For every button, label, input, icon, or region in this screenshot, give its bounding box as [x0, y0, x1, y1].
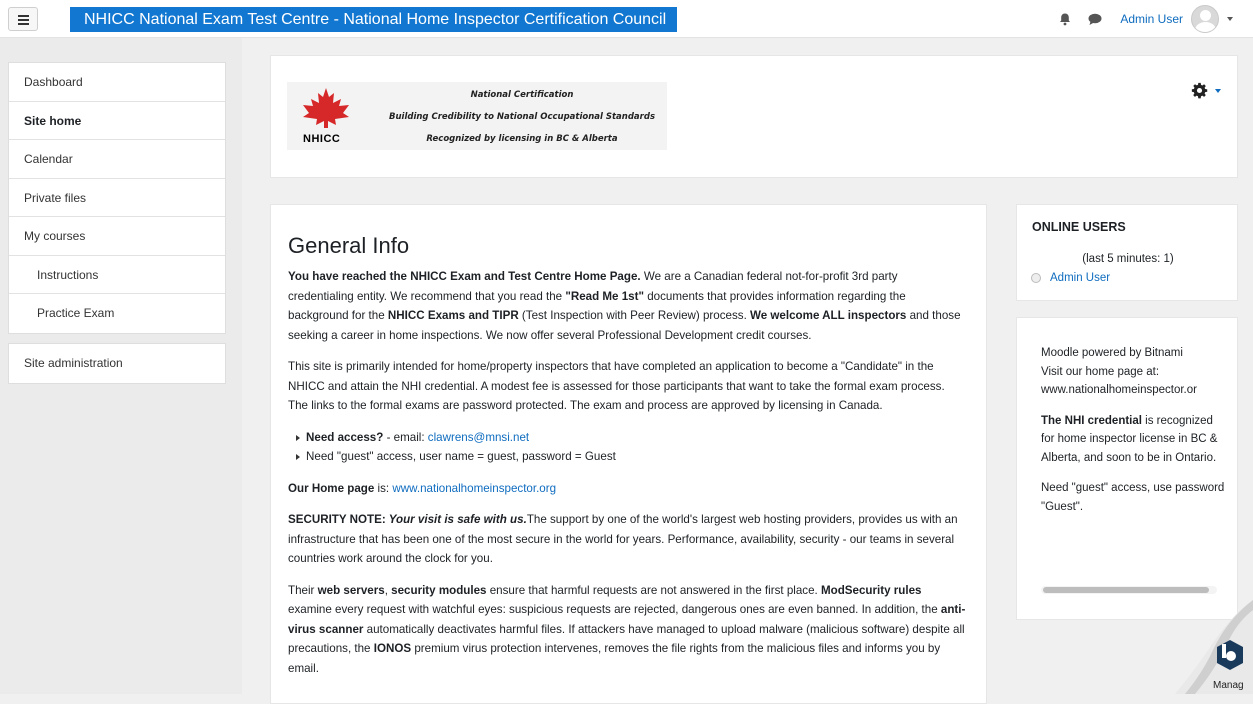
access-text: - email: [383, 430, 428, 444]
user-menu-area: Admin User [1058, 4, 1233, 34]
powered-by-text: Moodle powered by Bitnami Visit our home… [1041, 344, 1229, 400]
home-url-text: www.nationalhomeinspector.or [1041, 384, 1197, 396]
main-content: General Info You have reached the NHICC … [270, 204, 987, 704]
site-title[interactable]: NHICC National Exam Test Centre - Nation… [70, 7, 677, 32]
nav-item-practice-exam[interactable]: Practice Exam [9, 294, 225, 333]
settings-menu[interactable] [1191, 82, 1221, 99]
servers-paragraph: Their web servers, security modules ensu… [288, 581, 966, 679]
bell-icon[interactable] [1058, 12, 1072, 26]
page-title: General Info [288, 233, 410, 258]
online-users-title: ONLINE USERS [1032, 220, 1126, 234]
intro-bold-3: NHICC Exams and TIPR [387, 309, 519, 322]
nav-item-dashboard[interactable]: Dashboard [9, 63, 225, 102]
online-users-count: (last 5 minutes: 1) [1082, 253, 1174, 265]
security-label: SECURITY NOTE: [288, 513, 386, 526]
servers-text-3: ensure that harmful requests are not ans… [486, 583, 821, 597]
banner-line-1: National Certification [470, 90, 574, 100]
intro-bold-4: We welcome ALL inspectors [750, 309, 907, 322]
nav-item-calendar[interactable]: Calendar [9, 140, 225, 179]
servers-text-4: examine every request with watchful eyes… [288, 603, 941, 616]
intro-text-3: (Test Inspection with Peer Review) proce… [518, 309, 751, 322]
user-avatar-icon[interactable] [1191, 5, 1219, 33]
nav-group-admin: Site administration [8, 343, 226, 384]
nav-group-main: Dashboard Site home Calendar Private fil… [8, 62, 226, 334]
user-avatar-icon [1031, 273, 1041, 283]
email-link[interactable]: clawrens@mnsi.net [428, 431, 529, 444]
visit-line: Visit our home page at: [1041, 365, 1160, 378]
banner-line-3: Recognized by licensing in BC & Alberta [426, 134, 618, 144]
nav-item-site-administration[interactable]: Site administration [9, 344, 225, 383]
scrollbar-thumb[interactable] [1043, 587, 1209, 593]
intro-paragraph: You have reached the NHICC Exam and Test… [288, 267, 966, 345]
online-users-block: ONLINE USERS (last 5 minutes: 1) Admin U… [1016, 204, 1238, 301]
chevron-down-icon[interactable] [1227, 17, 1233, 21]
user-name-link[interactable]: Admin User [1120, 12, 1183, 26]
banner-line-2: Building Credibility to National Occupat… [389, 112, 655, 122]
hamburger-menu-button[interactable] [8, 7, 38, 31]
manage-label[interactable]: Manag [1213, 680, 1244, 691]
credential-text: The NHI credential is recognized for hom… [1041, 412, 1229, 468]
info-html-block: Moodle powered by Bitnami Visit our home… [1016, 317, 1238, 620]
list-item: Need "guest" access, user name = guest, … [296, 447, 966, 467]
horizontal-scrollbar[interactable] [1041, 586, 1217, 594]
list-item: Need access? - email: clawrens@mnsi.net [296, 428, 966, 448]
nav-item-site-home[interactable]: Site home [9, 102, 225, 140]
page-header: NHICC National Certification Building Cr… [270, 55, 1238, 178]
security-paragraph: SECURITY NOTE: Your visit is safe with u… [288, 510, 966, 569]
powered-by-line: Moodle powered by Bitnami [1041, 347, 1183, 359]
nav-drawer: Dashboard Site home Calendar Private fil… [0, 38, 242, 694]
top-navbar: NHICC National Exam Test Centre - Nation… [0, 0, 1253, 38]
nav-item-my-courses[interactable]: My courses [9, 217, 225, 256]
intro-bold-2: "Read Me 1st" [565, 289, 644, 303]
credential-label: The NHI credential [1041, 414, 1142, 427]
chat-icon[interactable] [1088, 13, 1102, 26]
servers-bold-3: ModSecurity rules [820, 583, 922, 597]
gear-icon[interactable] [1191, 82, 1208, 99]
chevron-down-icon[interactable] [1215, 88, 1221, 93]
purpose-paragraph: This site is primarily intended for home… [288, 360, 945, 412]
servers-bold-1: web servers [317, 583, 385, 597]
access-list: Need access? - email: clawrens@mnsi.net … [288, 428, 966, 467]
online-user-link[interactable]: Admin User [1050, 272, 1110, 284]
home-page-link[interactable]: www.nationalhomeinspector.org [392, 482, 556, 495]
access-label: Need access? [306, 430, 384, 444]
intro-bold-1: You have reached the NHICC Exam and Test… [288, 270, 641, 283]
servers-bold-5: IONOS [373, 642, 412, 655]
home-page-paragraph: Our Home page is: www.nationalhomeinspec… [288, 479, 966, 499]
guest-access-text: Need "guest" access, use password "Guest… [1041, 482, 1225, 513]
hamburger-menu-icon [17, 14, 29, 25]
nav-item-private-files[interactable]: Private files [9, 179, 225, 217]
nhicc-banner: NHICC National Certification Building Cr… [287, 82, 667, 150]
servers-text-1: Their [288, 583, 318, 597]
home-page-label: Our Home page [288, 481, 375, 495]
maple-leaf-icon [303, 88, 349, 128]
nav-item-instructions[interactable]: Instructions [9, 256, 225, 294]
home-page-text: is: [374, 481, 393, 495]
online-user-entry[interactable]: Admin User [1031, 272, 1110, 284]
security-emphasis: Your visit is safe with us. [385, 513, 527, 526]
servers-bold-2: security modules [391, 583, 487, 597]
banner-abbreviation: NHICC [303, 133, 341, 145]
